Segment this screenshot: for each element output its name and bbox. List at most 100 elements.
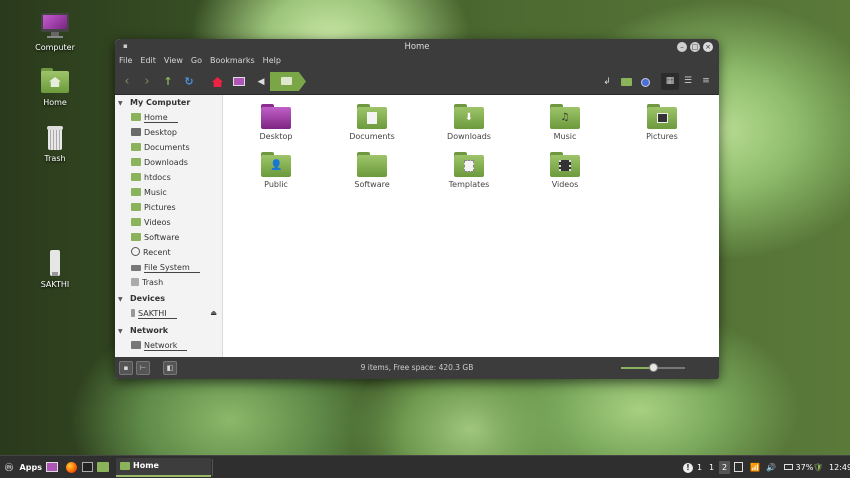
update-count[interactable]: 1 — [709, 461, 714, 474]
file-item[interactable]: 👤 Public — [241, 152, 311, 189]
titlebar[interactable]: ▪ Home – □ × — [115, 39, 719, 55]
sidebar-item-recent[interactable]: Recent — [115, 245, 222, 260]
firefox-launcher[interactable] — [66, 461, 77, 474]
sidebar-section-devices[interactable]: ▼ Devices — [115, 291, 222, 306]
sidebar-item-home[interactable]: Home — [115, 110, 222, 125]
file-label: Downloads — [447, 132, 491, 141]
compact-view-icon[interactable]: ≡ — [697, 73, 715, 90]
menu-bookmarks[interactable]: Bookmarks — [210, 55, 255, 68]
taskbar-window-home[interactable]: Home — [116, 458, 211, 477]
clock[interactable]: 12:49 — [829, 461, 850, 474]
clock-icon — [131, 247, 140, 256]
sidebar-item-htdocs[interactable]: htdocs — [115, 170, 222, 185]
terminal-launcher[interactable] — [82, 461, 93, 474]
desktop-icon-home[interactable]: Home — [25, 68, 85, 107]
desktop-icon-computer[interactable]: Computer — [25, 13, 85, 52]
sidebar-item-desktop[interactable]: Desktop — [115, 125, 222, 140]
workspace-2[interactable]: 2 — [719, 461, 731, 474]
menu-go[interactable]: Go — [191, 55, 202, 68]
file-item[interactable]: Pictures — [627, 104, 697, 141]
new-folder-icon[interactable] — [618, 74, 634, 90]
sidebar-item-documents[interactable]: Documents — [115, 140, 222, 155]
reload-icon[interactable]: ↻ — [181, 74, 197, 90]
sidebar-item-trash[interactable]: Trash — [115, 275, 222, 290]
battery-icon — [784, 464, 793, 470]
menu-file[interactable]: File — [119, 55, 132, 68]
desktop-icon-usb[interactable]: SAKTHI — [25, 250, 85, 289]
sidebar-item-sakthi[interactable]: SAKTHI ⏏ — [115, 306, 222, 321]
videos-folder-icon — [550, 152, 580, 178]
home-icon[interactable] — [209, 74, 225, 90]
menu-help[interactable]: Help — [263, 55, 281, 68]
template-icon — [463, 160, 475, 172]
templates-folder-icon — [454, 152, 484, 178]
window-title: Home — [404, 42, 430, 52]
file-label: Software — [354, 180, 390, 189]
software-folder-icon — [357, 152, 387, 178]
pictures-folder-icon — [647, 104, 677, 130]
folder-icon — [120, 462, 130, 470]
music-folder-icon: ♫ — [550, 104, 580, 130]
menu-view[interactable]: View — [164, 55, 183, 68]
file-item[interactable]: Documents — [337, 104, 407, 141]
taskbar: ⓜ Apps Home ! 1 1 2 📶 🔊 37% 🛡 12:49 — [0, 455, 850, 478]
file-label: Public — [264, 180, 288, 189]
computer-icon — [39, 13, 71, 41]
icon-view-icon[interactable]: ▦ — [661, 73, 679, 90]
computer-icon[interactable] — [231, 74, 247, 90]
sidebar-item-downloads[interactable]: Downloads — [115, 155, 222, 170]
sidebar-item-network[interactable]: Network — [115, 338, 222, 353]
minimize-button[interactable]: – — [677, 42, 687, 52]
person-icon: 👤 — [270, 160, 283, 171]
usb-drive-icon — [39, 250, 71, 278]
forward-icon[interactable]: › — [139, 74, 155, 90]
close-button[interactable]: × — [703, 42, 713, 52]
music-folder-icon — [131, 188, 141, 196]
show-desktop-launcher[interactable] — [46, 461, 58, 474]
desktop-icon-trash[interactable]: Trash — [25, 124, 85, 163]
file-item[interactable]: ⬇ Downloads — [434, 104, 504, 141]
keyboard-icon[interactable] — [734, 461, 743, 474]
notification-icon[interactable]: ! — [683, 461, 693, 474]
trash-icon — [39, 124, 71, 152]
back-icon[interactable]: ‹ — [119, 74, 135, 90]
firefox-icon — [66, 462, 77, 473]
file-item[interactable]: Desktop — [241, 104, 311, 141]
desktop-icon-label: SAKTHI — [40, 280, 70, 289]
folder-icon — [131, 173, 141, 181]
list-view-icon[interactable]: ☰ — [679, 73, 697, 90]
file-item[interactable]: Videos — [530, 152, 600, 189]
sidebar-item-videos[interactable]: Videos — [115, 215, 222, 230]
folder-icon — [97, 462, 109, 472]
menu-button[interactable]: ⓜ Apps — [5, 461, 42, 474]
sidebar-item-software[interactable]: Software — [115, 230, 222, 245]
file-item[interactable]: ♫ Music — [530, 104, 600, 141]
eject-icon[interactable]: ⏏ — [210, 306, 217, 321]
sidebar-section-my-computer[interactable]: ▼ My Computer — [115, 95, 222, 110]
breadcrumb-home[interactable] — [270, 72, 306, 91]
file-item[interactable]: Software — [337, 152, 407, 189]
menu-edit[interactable]: Edit — [140, 55, 156, 68]
zoom-slider[interactable] — [621, 363, 685, 372]
sidebar-item-file-system[interactable]: File System — [115, 260, 222, 275]
terminal-icon[interactable]: ↲ — [599, 74, 615, 90]
zoom-slider-knob[interactable] — [649, 363, 658, 372]
battery-indicator[interactable]: 37% — [784, 461, 813, 474]
up-icon[interactable]: ↑ — [160, 74, 176, 90]
volume-icon[interactable]: 🔊 — [766, 461, 776, 474]
video-icon — [559, 160, 571, 172]
files-launcher[interactable] — [97, 461, 109, 474]
network-icon — [131, 341, 141, 349]
sidebar-item-pictures[interactable]: Pictures — [115, 200, 222, 215]
sidebar-section-network[interactable]: ▼ Network — [115, 323, 222, 338]
maximize-button[interactable]: □ — [690, 42, 700, 52]
breadcrumb-left-icon[interactable]: ◀ — [253, 74, 269, 90]
download-icon: ⬇ — [464, 112, 474, 123]
wifi-icon[interactable]: 📶 — [750, 461, 760, 474]
workspace-1[interactable]: 1 — [697, 461, 702, 474]
sidebar-item-music[interactable]: Music — [115, 185, 222, 200]
file-item[interactable]: Templates — [434, 152, 504, 189]
pictures-folder-icon — [131, 203, 141, 211]
search-icon[interactable] — [637, 74, 653, 90]
shield-icon[interactable]: 🛡 — [813, 461, 823, 474]
